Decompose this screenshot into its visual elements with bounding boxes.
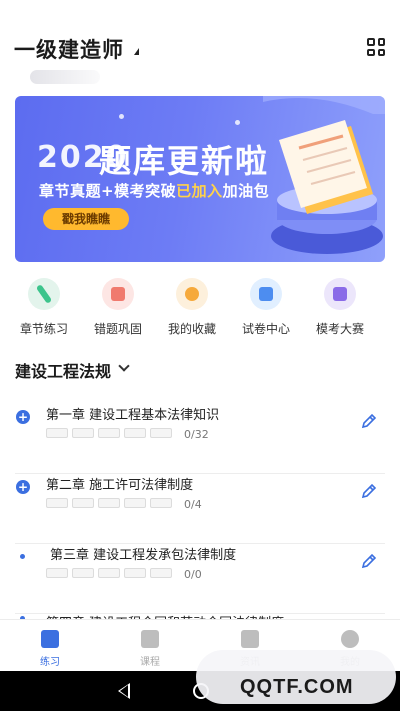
back-icon[interactable] <box>118 683 130 699</box>
quick-menu: 章节练习 错题巩固 我的收藏 试卷中心 模考大赛 <box>0 278 400 342</box>
tab-course[interactable]: 课程 <box>120 630 180 668</box>
chapter-item[interactable]: + 第一章 建设工程基本法律知识 0/32 <box>0 404 400 474</box>
edit-pencil-icon[interactable] <box>360 412 378 430</box>
caret-down-icon[interactable] <box>134 48 139 55</box>
profile-icon <box>341 630 359 648</box>
course-icon <box>141 630 159 648</box>
menu-label: 模考大赛 <box>315 322 364 336</box>
promo-banner[interactable]: 2020 题库更新啦 章节真题+模考突破已加入加油包 戳我瞧瞧 <box>15 96 385 262</box>
banner-button[interactable]: 戳我瞧瞧 <box>43 208 129 230</box>
banner-sub-highlight: 已加入 <box>176 182 223 200</box>
progress-segments <box>46 498 172 510</box>
chapter-progress: 0/4 <box>184 498 202 511</box>
expand-plus-icon[interactable]: + <box>16 480 30 494</box>
banner-sub-part1: 章节真题+模考突破 <box>39 182 177 200</box>
edit-pencil-icon[interactable] <box>360 482 378 500</box>
header: 一级建造师 <box>0 0 400 90</box>
menu-label: 我的收藏 <box>167 322 216 336</box>
papers-illustration <box>263 96 385 254</box>
practice-icon <box>41 630 59 648</box>
banner-headline: 题库更新啦 <box>99 142 270 180</box>
star-icon <box>176 278 208 310</box>
menu-wrong-questions[interactable]: 错题巩固 <box>82 278 154 337</box>
menu-chapter-practice[interactable]: 章节练习 <box>8 278 80 337</box>
paper-icon <box>324 278 356 310</box>
blurred-subtitle <box>30 70 100 84</box>
books-icon <box>250 278 282 310</box>
chapter-item[interactable]: 第三章 建设工程发承包法律制度 0/0 <box>0 544 400 614</box>
menu-mock-contest[interactable]: 模考大赛 <box>304 278 376 337</box>
pencil-icon <box>28 278 60 310</box>
menu-paper-center[interactable]: 试卷中心 <box>230 278 302 337</box>
progress-segments <box>46 568 172 580</box>
chapter-item[interactable]: + 第二章 施工许可法律制度 0/4 <box>0 474 400 544</box>
tab-label: 练习 <box>40 657 60 668</box>
menu-label: 错题巩固 <box>93 322 142 336</box>
chapter-title: 第一章 建设工程基本法律知识 <box>46 408 220 423</box>
exam-title[interactable]: 一级建造师 <box>14 34 124 64</box>
chapter-progress: 0/32 <box>184 428 209 441</box>
sparkle-dot <box>235 120 240 125</box>
grid-menu-icon[interactable] <box>367 38 385 56</box>
expand-plus-icon[interactable]: + <box>16 410 30 424</box>
chapter-title: 第三章 建设工程发承包法律制度 <box>50 548 237 563</box>
chapter-title: 第二章 施工许可法律制度 <box>46 478 194 493</box>
watermark-text: QQTF.COM <box>240 676 354 698</box>
progress-segments <box>46 428 172 440</box>
news-icon <box>241 630 259 648</box>
subject-selector[interactable]: 建设工程法规 <box>15 358 111 382</box>
banner-subtitle: 章节真题+模考突破已加入加油包 <box>39 180 269 201</box>
stack-icon <box>102 278 134 310</box>
sparkle-dot <box>119 114 124 119</box>
chevron-down-icon[interactable] <box>118 360 130 372</box>
menu-favorites[interactable]: 我的收藏 <box>156 278 228 337</box>
menu-label: 试卷中心 <box>241 322 290 336</box>
tab-label: 课程 <box>140 657 160 668</box>
edit-pencil-icon[interactable] <box>360 552 378 570</box>
bullet-dot-icon <box>20 554 25 559</box>
chapter-progress: 0/0 <box>184 568 202 581</box>
tab-practice[interactable]: 练习 <box>20 630 80 668</box>
menu-label: 章节练习 <box>19 322 68 336</box>
